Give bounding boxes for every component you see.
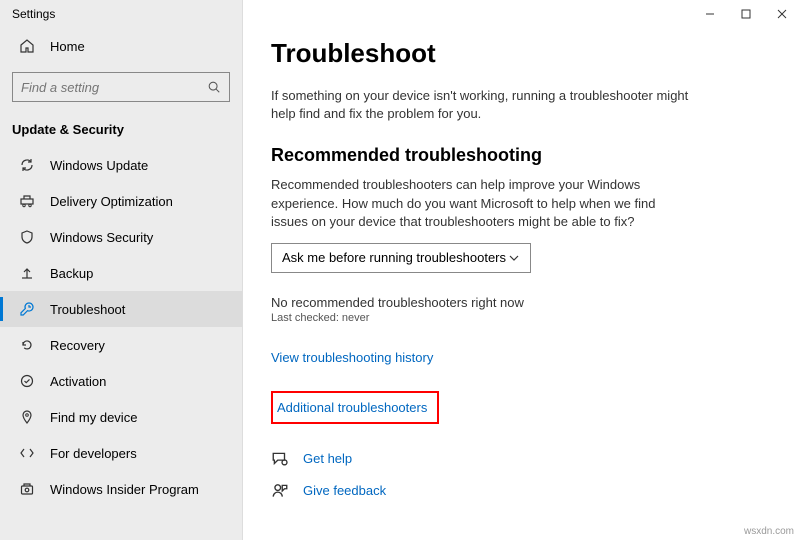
search-icon (207, 80, 221, 94)
insider-icon (18, 480, 36, 498)
shield-icon (18, 228, 36, 246)
home-label: Home (50, 39, 85, 54)
last-checked: Last checked: never (271, 312, 760, 324)
home-nav[interactable]: Home (0, 28, 242, 64)
sidebar-item-windows-security[interactable]: Windows Security (0, 219, 242, 255)
close-button[interactable] (764, 0, 800, 28)
titlebar: Settings (0, 0, 800, 28)
troubleshoot-preference-dropdown[interactable]: Ask me before running troubleshooters (271, 243, 531, 273)
sidebar: Home Update & Security Windows Update De… (0, 0, 243, 540)
page-title: Troubleshoot (271, 38, 760, 69)
section-heading: Recommended troubleshooting (271, 145, 760, 166)
additional-troubleshooters-link[interactable]: Additional troubleshooters (271, 391, 439, 424)
sidebar-item-label: Windows Insider Program (50, 482, 199, 497)
chevron-down-icon (508, 252, 520, 264)
home-icon (18, 37, 36, 55)
sidebar-item-backup[interactable]: Backup (0, 255, 242, 291)
content-area: Troubleshoot If something on your device… (243, 0, 800, 540)
delivery-icon (18, 192, 36, 210)
sidebar-item-label: For developers (50, 446, 137, 461)
sidebar-item-windows-update[interactable]: Windows Update (0, 147, 242, 183)
settings-window: Home Update & Security Windows Update De… (0, 0, 800, 540)
sync-icon (18, 156, 36, 174)
sidebar-item-label: Windows Update (50, 158, 148, 173)
sidebar-item-label: Delivery Optimization (50, 194, 173, 209)
give-feedback-link[interactable]: Give feedback (303, 483, 386, 498)
sidebar-item-find-my-device[interactable]: Find my device (0, 399, 242, 435)
sidebar-item-label: Recovery (50, 338, 105, 353)
section-desc: Recommended troubleshooters can help imp… (271, 176, 691, 231)
sidebar-item-windows-insider[interactable]: Windows Insider Program (0, 471, 242, 507)
window-controls (692, 0, 800, 28)
search-input[interactable] (21, 80, 207, 95)
sidebar-item-troubleshoot[interactable]: Troubleshoot (0, 291, 242, 327)
view-history-link[interactable]: View troubleshooting history (271, 350, 760, 365)
search-box[interactable] (12, 72, 230, 102)
watermark: wsxdn.com (744, 526, 794, 537)
check-circle-icon (18, 372, 36, 390)
sidebar-item-label: Activation (50, 374, 106, 389)
backup-icon (18, 264, 36, 282)
maximize-button[interactable] (728, 0, 764, 28)
sidebar-item-label: Find my device (50, 410, 137, 425)
give-feedback-row: Give feedback (271, 482, 760, 500)
get-help-link[interactable]: Get help (303, 451, 352, 466)
sidebar-item-activation[interactable]: Activation (0, 363, 242, 399)
sidebar-item-label: Troubleshoot (50, 302, 125, 317)
chat-icon (271, 450, 293, 468)
section-header: Update & Security (0, 114, 242, 147)
sidebar-item-for-developers[interactable]: For developers (0, 435, 242, 471)
intro-text: If something on your device isn't workin… (271, 87, 691, 123)
status-text: No recommended troubleshooters right now (271, 295, 760, 310)
wrench-icon (18, 300, 36, 318)
location-icon (18, 408, 36, 426)
get-help-row: Get help (271, 450, 760, 468)
sidebar-item-label: Backup (50, 266, 93, 281)
sidebar-item-label: Windows Security (50, 230, 153, 245)
recovery-icon (18, 336, 36, 354)
window-title: Settings (0, 7, 55, 21)
feedback-icon (271, 482, 293, 500)
sidebar-item-delivery-optimization[interactable]: Delivery Optimization (0, 183, 242, 219)
sidebar-item-recovery[interactable]: Recovery (0, 327, 242, 363)
minimize-button[interactable] (692, 0, 728, 28)
code-icon (18, 444, 36, 462)
dropdown-value: Ask me before running troubleshooters (282, 250, 506, 265)
